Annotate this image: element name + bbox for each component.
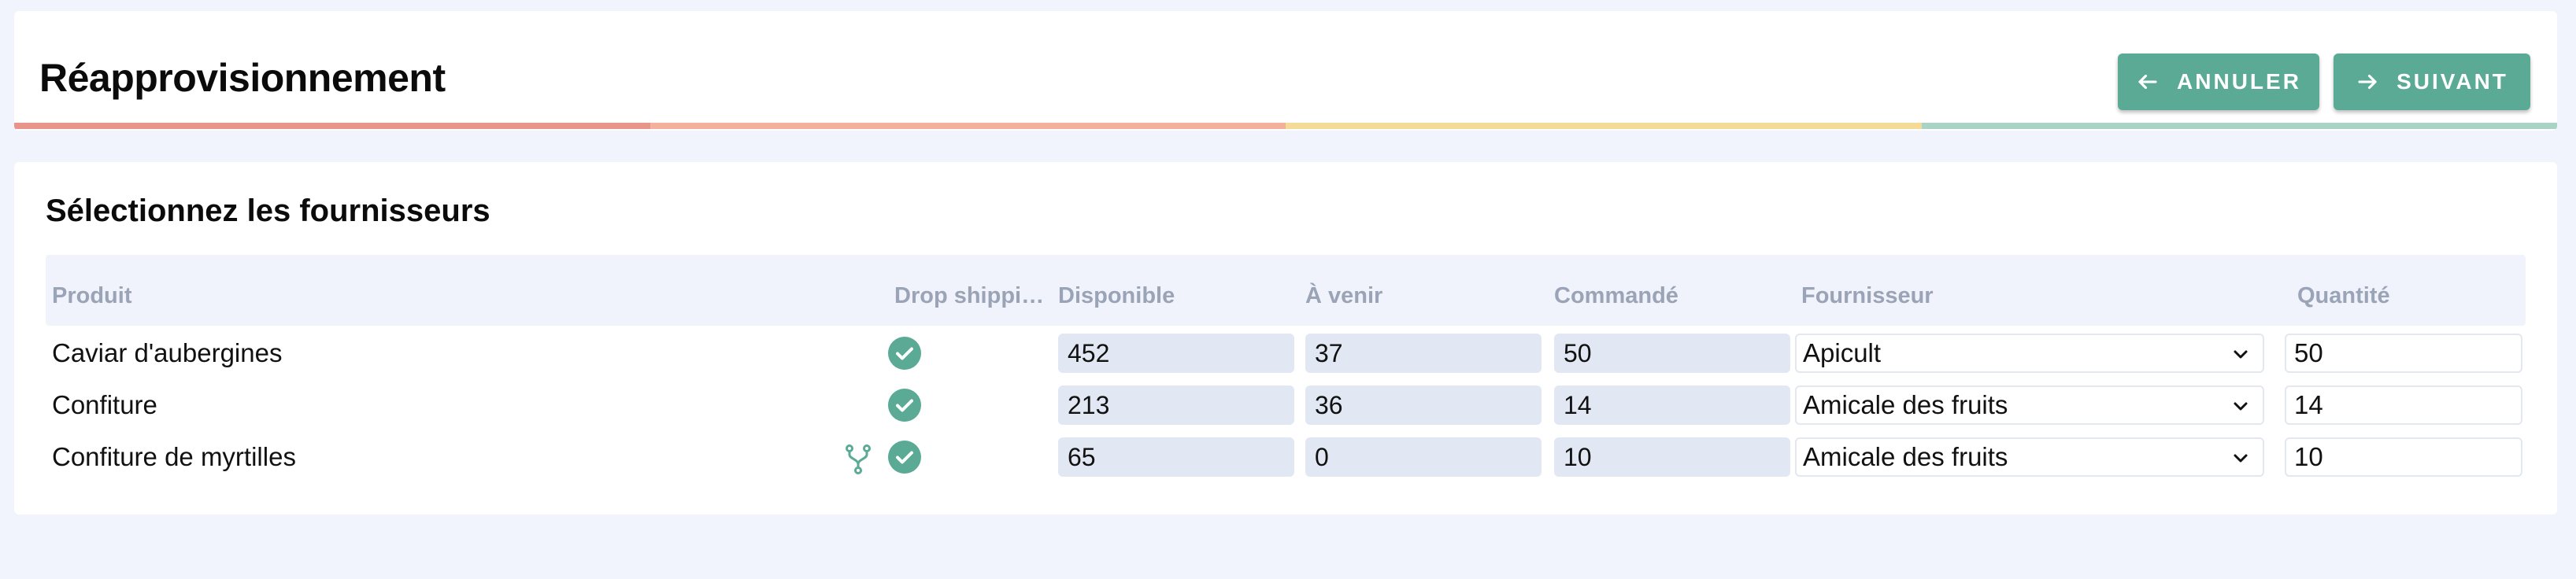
supplier-selected-value: Apicult [1803, 338, 1882, 367]
column-header-product: Produit [52, 283, 132, 308]
available-value: 452 [1058, 334, 1294, 373]
branch-icon [846, 444, 871, 474]
header-card: Réapprovisionnement ANNULER SUIVANT [14, 11, 2557, 131]
next-button-label: SUIVANT [2396, 69, 2508, 94]
column-header-quantity: Quantité [2297, 283, 2390, 308]
arrow-right-icon [2358, 74, 2377, 90]
upcoming-value: 37 [1305, 334, 1542, 373]
cancel-button[interactable]: ANNULER [2118, 53, 2319, 110]
quantity-input[interactable] [2285, 437, 2522, 477]
supplier-select[interactable]: Apicult [1795, 334, 2264, 373]
progress-segment-4 [1921, 123, 2557, 129]
page-title: Réapprovisionnement [39, 56, 446, 100]
step-progress-bar [14, 123, 2557, 129]
progress-segment-1 [14, 123, 650, 129]
check-circle-icon [888, 389, 921, 422]
chevron-down-icon [2234, 454, 2248, 463]
arrow-left-icon [2138, 74, 2157, 90]
column-header-supplier: Fournisseur [1801, 283, 1934, 308]
section-title: Sélectionnez les fournisseurs [46, 194, 490, 228]
product-name: Confiture [52, 390, 157, 419]
ordered-value: 50 [1554, 334, 1790, 373]
product-name: Confiture de myrtilles [52, 442, 296, 471]
check-circle-icon [888, 441, 921, 474]
chevron-down-icon [2234, 350, 2248, 359]
progress-segment-2 [650, 123, 1286, 129]
table-row: Confiture de myrtilles 65 0 10 Amicale d… [46, 436, 2526, 480]
check-circle-icon [888, 337, 921, 370]
progress-segment-3 [1286, 123, 1922, 129]
product-name: Caviar d'aubergines [52, 338, 283, 367]
cancel-button-label: ANNULER [2177, 69, 2301, 94]
column-header-dropship: Drop shippi… [894, 283, 1045, 308]
ordered-value: 14 [1554, 385, 1790, 425]
available-value: 213 [1058, 385, 1294, 425]
chevron-down-icon [2234, 402, 2248, 411]
supplier-selected-value: Amicale des fruits [1803, 390, 2008, 419]
suppliers-card: Sélectionnez les fournisseurs Produit Dr… [14, 162, 2557, 514]
column-header-upcoming: À venir [1305, 283, 1383, 308]
supplier-selected-value: Amicale des fruits [1803, 442, 2008, 471]
supplier-select[interactable]: Amicale des fruits [1795, 385, 2264, 425]
column-header-ordered: Commandé [1554, 283, 1678, 308]
upcoming-value: 36 [1305, 385, 1542, 425]
quantity-input[interactable] [2285, 385, 2522, 425]
supplier-select[interactable]: Amicale des fruits [1795, 437, 2264, 477]
table-header: Produit Drop shippi… Disponible À venir … [46, 255, 2526, 326]
available-value: 65 [1058, 437, 1294, 477]
column-header-available: Disponible [1058, 283, 1175, 308]
ordered-value: 10 [1554, 437, 1790, 477]
next-button[interactable]: SUIVANT [2334, 53, 2530, 110]
table-row: Caviar d'aubergines 452 37 50 Apicult [46, 332, 2526, 376]
table-row: Confiture 213 36 14 Amicale des fruits [46, 384, 2526, 428]
upcoming-value: 0 [1305, 437, 1542, 477]
quantity-input[interactable] [2285, 334, 2522, 373]
